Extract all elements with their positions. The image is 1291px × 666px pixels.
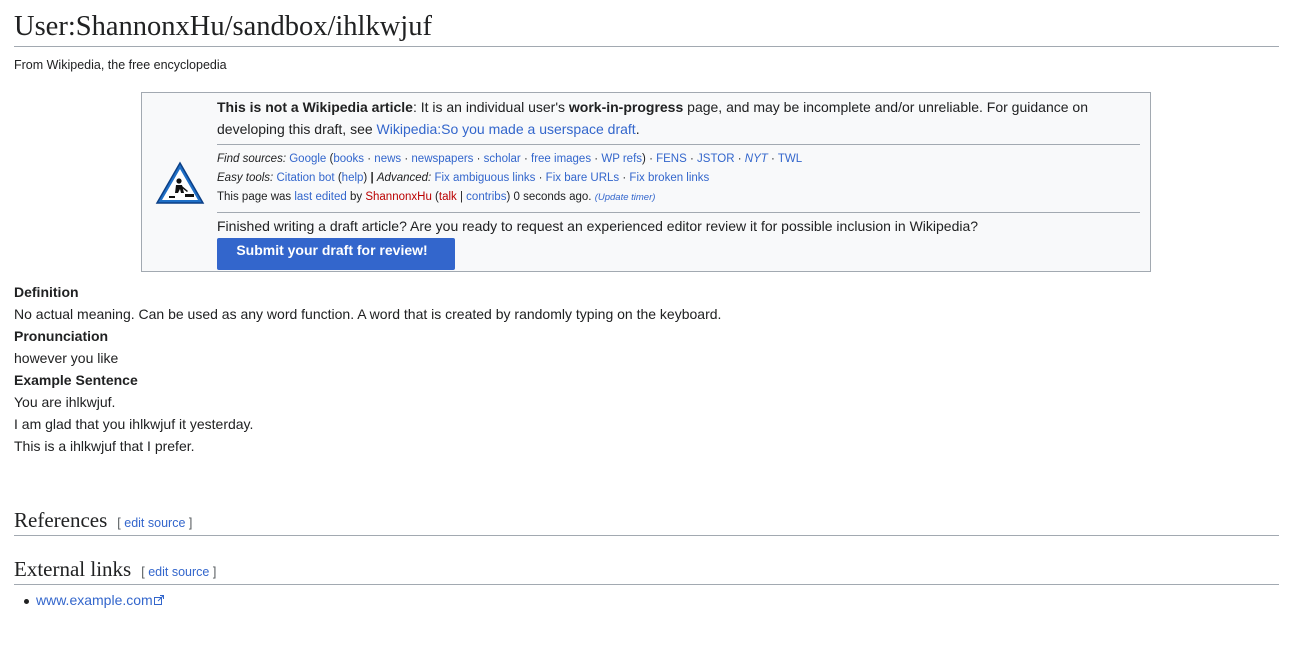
by-label: by bbox=[346, 191, 366, 203]
last-edited-link[interactable]: last edited bbox=[294, 191, 346, 203]
tagline: From Wikipedia, the free encyclopedia bbox=[14, 58, 227, 72]
wp-refs-link[interactable]: WP refs bbox=[601, 153, 642, 165]
construction-worker-warning-icon bbox=[155, 161, 205, 204]
references-edit-section: [ edit source ] bbox=[117, 516, 193, 530]
intro-end: . bbox=[635, 121, 640, 137]
external-links-edit-section: [ edit source ] bbox=[141, 565, 217, 579]
review-section: Finished writing a draft article? Are yo… bbox=[217, 213, 1140, 270]
news-link[interactable]: news bbox=[374, 153, 401, 165]
newspapers-link[interactable]: newspapers bbox=[411, 153, 473, 165]
external-link[interactable]: www.example.com bbox=[36, 592, 153, 608]
fix-ambiguous-links-link[interactable]: Fix ambiguous links bbox=[434, 172, 535, 184]
easy-tools-row: Easy tools: Citation bot (help) | Advanc… bbox=[217, 172, 710, 184]
citation-bot-help-link[interactable]: help bbox=[342, 172, 364, 184]
page-title: User:ShannonxHu/sandbox/ihlkwjuf bbox=[14, 8, 1279, 47]
fens-link[interactable]: FENS bbox=[656, 153, 687, 165]
user-contribs-link[interactable]: contribs bbox=[466, 191, 506, 203]
definition-text: No actual meaning. Can be used as any wo… bbox=[14, 306, 722, 322]
user-talk-link[interactable]: talk bbox=[439, 191, 457, 203]
fix-broken-links-link[interactable]: Fix broken links bbox=[629, 172, 709, 184]
external-link-icon bbox=[153, 595, 164, 605]
easy-tools-label: Easy tools: bbox=[217, 172, 274, 184]
review-question: Finished writing a draft article? Are yo… bbox=[217, 218, 979, 234]
definition-heading: Definition bbox=[14, 284, 79, 300]
article-body: Definition No actual meaning. Can be use… bbox=[14, 281, 1279, 457]
example-sentence: You are ihlkwjuf. bbox=[14, 394, 116, 410]
find-sources-label: Find sources: bbox=[217, 153, 287, 165]
advanced-label: Advanced: bbox=[376, 172, 432, 184]
draft-notice-box: This is not a Wikipedia article: It is a… bbox=[141, 92, 1151, 272]
last-edited-row: This page was last edited by ShannonxHu … bbox=[217, 191, 656, 203]
draft-tools: Find sources: Google (books · news · new… bbox=[217, 145, 1140, 213]
not-article-notice: This is not a Wikipedia article bbox=[217, 99, 413, 115]
external-links-title: External links bbox=[14, 557, 132, 581]
draft-intro: This is not a Wikipedia article: It is a… bbox=[217, 93, 1140, 145]
userspace-draft-guidance-link[interactable]: Wikipedia:So you made a userspace draft bbox=[377, 121, 636, 137]
submit-draft-button[interactable]: Submit your draft for review! bbox=[217, 238, 455, 270]
external-links-heading: External links [ edit source ] bbox=[14, 554, 1279, 585]
books-link[interactable]: books bbox=[333, 153, 364, 165]
twl-link[interactable]: TWL bbox=[778, 153, 802, 165]
free-images-link[interactable]: free images bbox=[531, 153, 591, 165]
jstor-link[interactable]: JSTOR bbox=[697, 153, 735, 165]
pronunciation-text: however you like bbox=[14, 350, 119, 366]
work-in-progress-label: work-in-progress bbox=[568, 99, 684, 115]
google-link[interactable]: Google bbox=[289, 153, 326, 165]
example-sentence: This is a ihlkwjuf that I prefer. bbox=[14, 438, 195, 454]
references-title: References bbox=[14, 508, 108, 532]
example-sentence-heading: Example Sentence bbox=[14, 372, 138, 388]
edit-source-link[interactable]: edit source bbox=[148, 565, 209, 579]
last-edited-prefix: This page was bbox=[217, 191, 295, 203]
references-heading: References [ edit source ] bbox=[14, 505, 1279, 536]
find-sources-row: Find sources: Google (books · news · new… bbox=[217, 153, 803, 165]
list-item: www.example.com bbox=[20, 590, 164, 610]
external-links-list: www.example.com bbox=[20, 590, 164, 610]
nyt-link[interactable]: NYT bbox=[745, 153, 768, 165]
edit-source-link[interactable]: edit source bbox=[124, 516, 185, 530]
pronunciation-heading: Pronunciation bbox=[14, 328, 109, 344]
scholar-link[interactable]: scholar bbox=[484, 153, 521, 165]
example-sentence: I am glad that you ihlkwjuf it yesterday… bbox=[14, 416, 254, 432]
user-link[interactable]: ShannonxHu bbox=[365, 191, 432, 203]
citation-bot-link[interactable]: Citation bot bbox=[276, 172, 334, 184]
update-timer-link[interactable]: (Update timer) bbox=[595, 192, 656, 203]
edited-time: 0 seconds ago. bbox=[510, 191, 592, 203]
intro-text-1: : It is an individual user's bbox=[412, 99, 569, 115]
fix-bare-urls-link[interactable]: Fix bare URLs bbox=[546, 172, 620, 184]
